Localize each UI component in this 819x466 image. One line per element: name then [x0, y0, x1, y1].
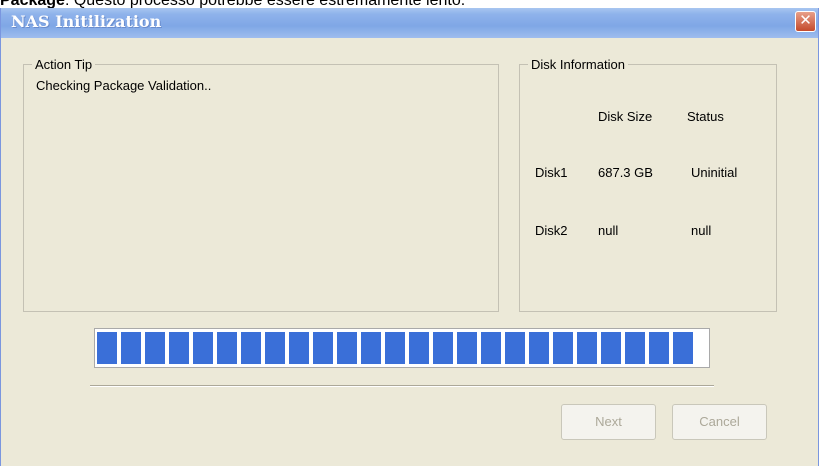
- progress-block: [217, 332, 237, 364]
- progress-block: [361, 332, 381, 364]
- progress-block: [649, 332, 669, 364]
- progress-block: [145, 332, 165, 364]
- disk2-status: null: [691, 223, 712, 238]
- progress-block: [97, 332, 117, 364]
- progress-block: [433, 332, 453, 364]
- title-bar[interactable]: NAS Initilization ✕: [1, 8, 818, 38]
- disk1-size: 687.3 GB: [598, 165, 653, 180]
- header-disk-size: Disk Size: [598, 109, 653, 124]
- close-button[interactable]: ✕: [795, 11, 816, 32]
- disk-info-group: Disk Information Disk Size Status Disk1 …: [519, 57, 777, 312]
- progress-block: [409, 332, 429, 364]
- disk2-size: null: [598, 223, 619, 238]
- progress-block: [457, 332, 477, 364]
- action-tip-legend: Action Tip: [32, 57, 96, 72]
- progress-block: [385, 332, 405, 364]
- progress-block: [529, 332, 549, 364]
- caption-bold: Package: [0, 0, 65, 8]
- page-caption: Package: Questo processo potrebbe essere…: [0, 0, 819, 8]
- progress-block: [673, 332, 693, 364]
- disk-info-legend: Disk Information: [528, 57, 628, 72]
- disk1-name: Disk1: [535, 165, 568, 180]
- progress-block: [577, 332, 597, 364]
- progress-block: [337, 332, 357, 364]
- progress-block: [121, 332, 141, 364]
- window-title: NAS Initilization: [11, 12, 162, 31]
- progress-block: [241, 332, 261, 364]
- progress-block: [625, 332, 645, 364]
- progress-block: [289, 332, 309, 364]
- header-status: Status: [687, 109, 724, 124]
- progress-block: [193, 332, 213, 364]
- close-icon: ✕: [799, 12, 812, 29]
- progress-block: [313, 332, 333, 364]
- progress-block: [505, 332, 525, 364]
- progress-block: [601, 332, 621, 364]
- action-tip-group: Action Tip Checking Package Validation..: [23, 57, 499, 312]
- disk2-name: Disk2: [535, 223, 568, 238]
- progress-block: [265, 332, 285, 364]
- separator-line: [90, 385, 714, 387]
- action-tip-message: Checking Package Validation..: [36, 78, 212, 93]
- progress-block: [481, 332, 501, 364]
- progress-fill: [97, 332, 707, 364]
- progress-block: [553, 332, 573, 364]
- progress-bar: [94, 328, 710, 368]
- caption-rest: : Questo processo potrebbe essere estrem…: [65, 0, 465, 8]
- progress-block: [169, 332, 189, 364]
- next-button[interactable]: Next: [561, 404, 656, 440]
- nas-init-window: NAS Initilization ✕ Action Tip Checking …: [0, 8, 819, 466]
- disk1-status: Uninitial: [691, 165, 738, 180]
- cancel-button[interactable]: Cancel: [672, 404, 767, 440]
